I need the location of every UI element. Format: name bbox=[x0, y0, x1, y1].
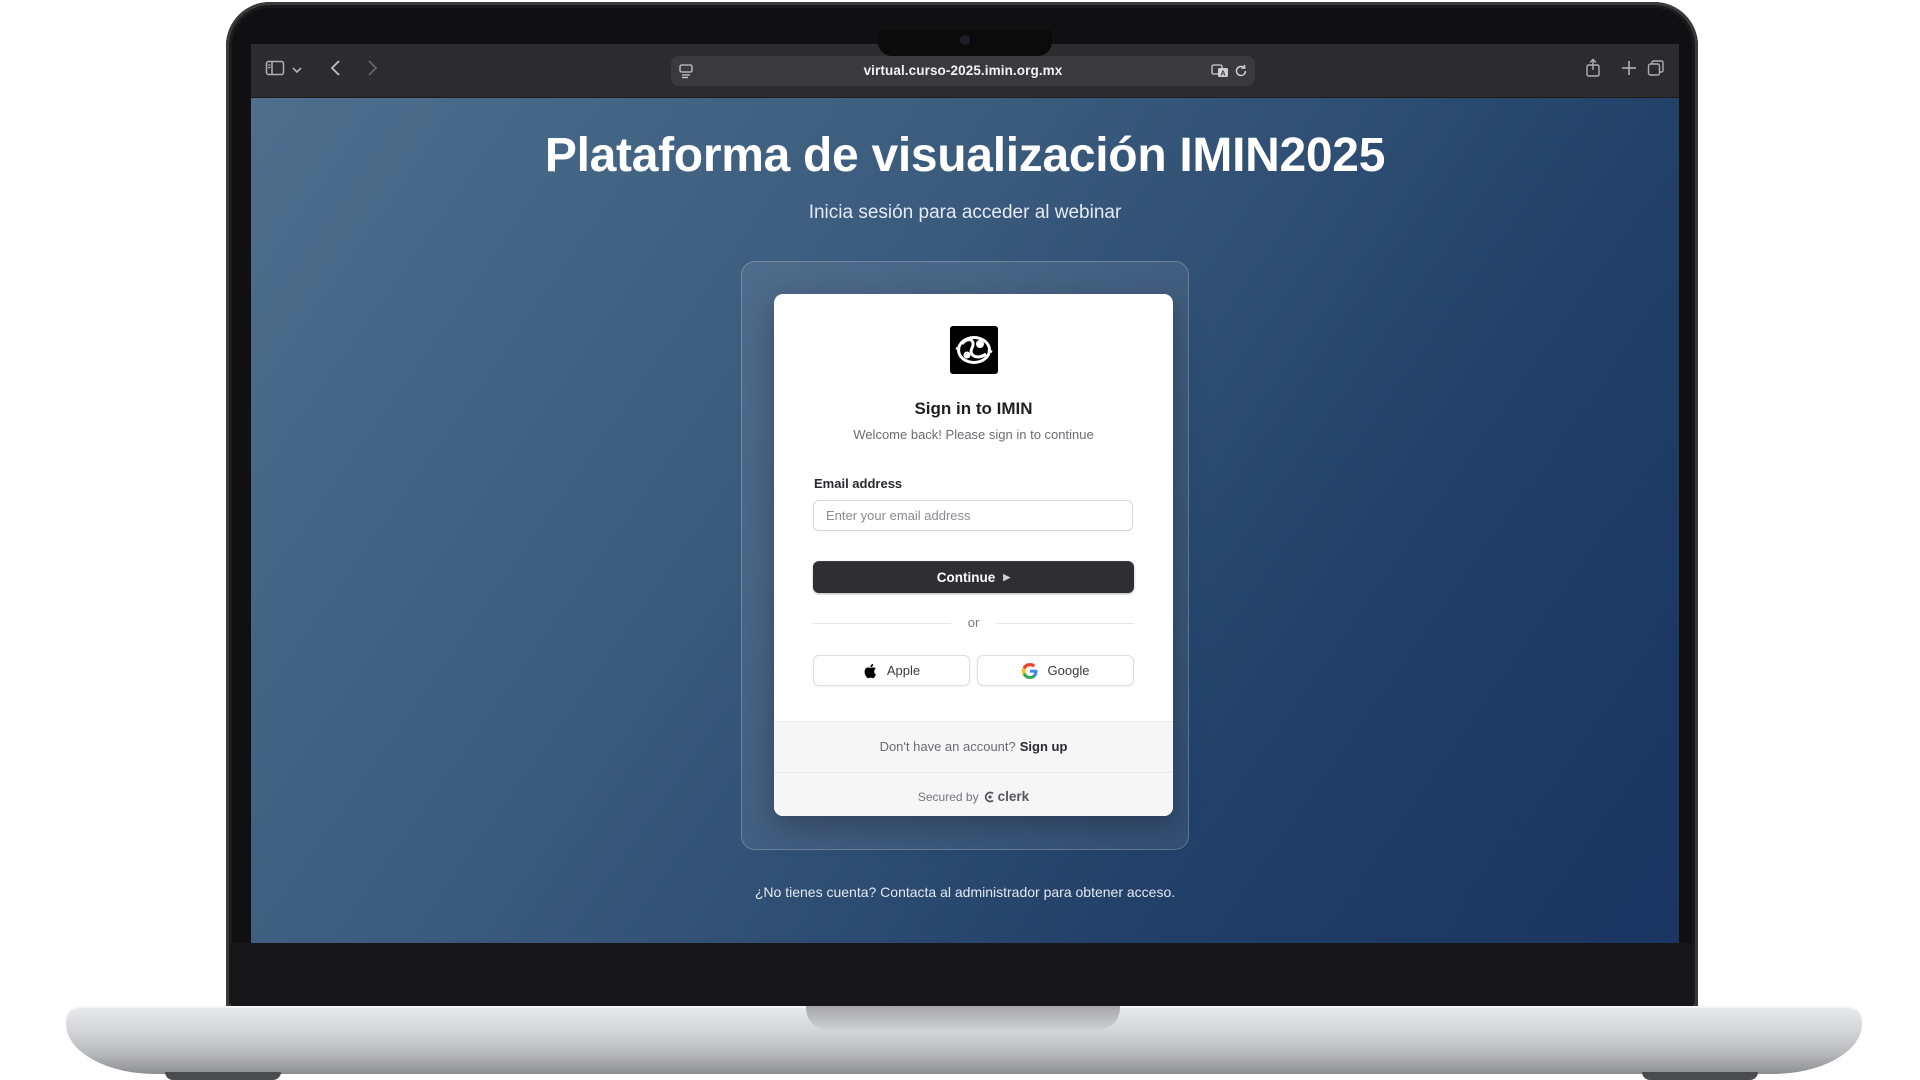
clerk-logo[interactable]: clerk bbox=[984, 789, 1030, 804]
back-arrow-icon[interactable] bbox=[329, 58, 343, 78]
google-icon bbox=[1021, 662, 1038, 679]
email-field[interactable] bbox=[813, 500, 1133, 531]
admin-contact-note: ¿No tienes cuenta? Contacta al administr… bbox=[754, 884, 1176, 900]
laptop-foot-right bbox=[1642, 1072, 1758, 1080]
svg-text:A: A bbox=[1221, 71, 1226, 78]
page-title: Plataforma de visualización IMIN2025 bbox=[544, 129, 1386, 182]
signup-row: Don't have an account? Sign up bbox=[774, 739, 1173, 754]
secured-by-row: Secured by clerk bbox=[774, 789, 1173, 804]
chevron-down-icon[interactable] bbox=[291, 60, 303, 80]
new-tab-plus-icon[interactable] bbox=[1621, 58, 1637, 78]
tab-overview-icon[interactable] bbox=[1647, 58, 1665, 78]
laptop-foot-left bbox=[165, 1072, 281, 1080]
signin-subtitle: Welcome back! Please sign in to continue bbox=[853, 427, 1094, 442]
caret-right-icon: ▶ bbox=[1003, 571, 1011, 582]
login-page: Plataforma de visualización IMIN2025 Ini… bbox=[251, 98, 1679, 943]
share-icon[interactable] bbox=[1585, 58, 1601, 78]
google-signin-button[interactable]: Google bbox=[977, 655, 1134, 686]
google-button-label: Google bbox=[1047, 663, 1090, 678]
camera-icon bbox=[960, 35, 970, 45]
imin-logo bbox=[950, 326, 998, 374]
translate-icon[interactable]: A bbox=[1211, 63, 1229, 84]
apple-icon bbox=[864, 663, 876, 678]
email-label: Email address bbox=[814, 476, 903, 491]
footer-divider bbox=[774, 772, 1173, 773]
sidebar-toggle-icon[interactable] bbox=[265, 58, 285, 78]
address-bar[interactable]: virtual.curso-2025.imin.org.mx A bbox=[671, 56, 1255, 86]
continue-button-label: Continue bbox=[936, 569, 996, 585]
signin-card: Sign in to IMIN Welcome back! Please sig… bbox=[774, 294, 1173, 816]
page-subtitle: Inicia sesión para acceder al webinar bbox=[808, 202, 1122, 223]
continue-button[interactable]: Continue ▶ bbox=[813, 561, 1134, 593]
secured-by-text: Secured by bbox=[917, 789, 979, 804]
reload-icon[interactable] bbox=[1233, 63, 1249, 84]
apple-button-label: Apple bbox=[886, 663, 921, 678]
laptop-bezel bbox=[231, 943, 1693, 1007]
clerk-wordmark: clerk bbox=[997, 789, 1030, 804]
divider-line-right bbox=[996, 623, 1134, 624]
signin-card-footer: Don't have an account? Sign up Secured by… bbox=[774, 721, 1173, 816]
url-text: virtual.curso-2025.imin.org.mx bbox=[863, 63, 1063, 78]
no-account-text: Don't have an account? bbox=[879, 739, 1016, 754]
signin-title: Sign in to IMIN bbox=[914, 399, 1033, 418]
signup-link[interactable]: Sign up bbox=[1020, 739, 1068, 754]
forward-arrow-icon[interactable] bbox=[365, 58, 379, 78]
screen-notch bbox=[878, 30, 1052, 56]
laptop-opening-groove bbox=[806, 1006, 1120, 1030]
apple-signin-button[interactable]: Apple bbox=[813, 655, 970, 686]
laptop-screen: virtual.curso-2025.imin.org.mx A Platafo… bbox=[251, 44, 1679, 943]
clerk-icon bbox=[984, 791, 994, 802]
